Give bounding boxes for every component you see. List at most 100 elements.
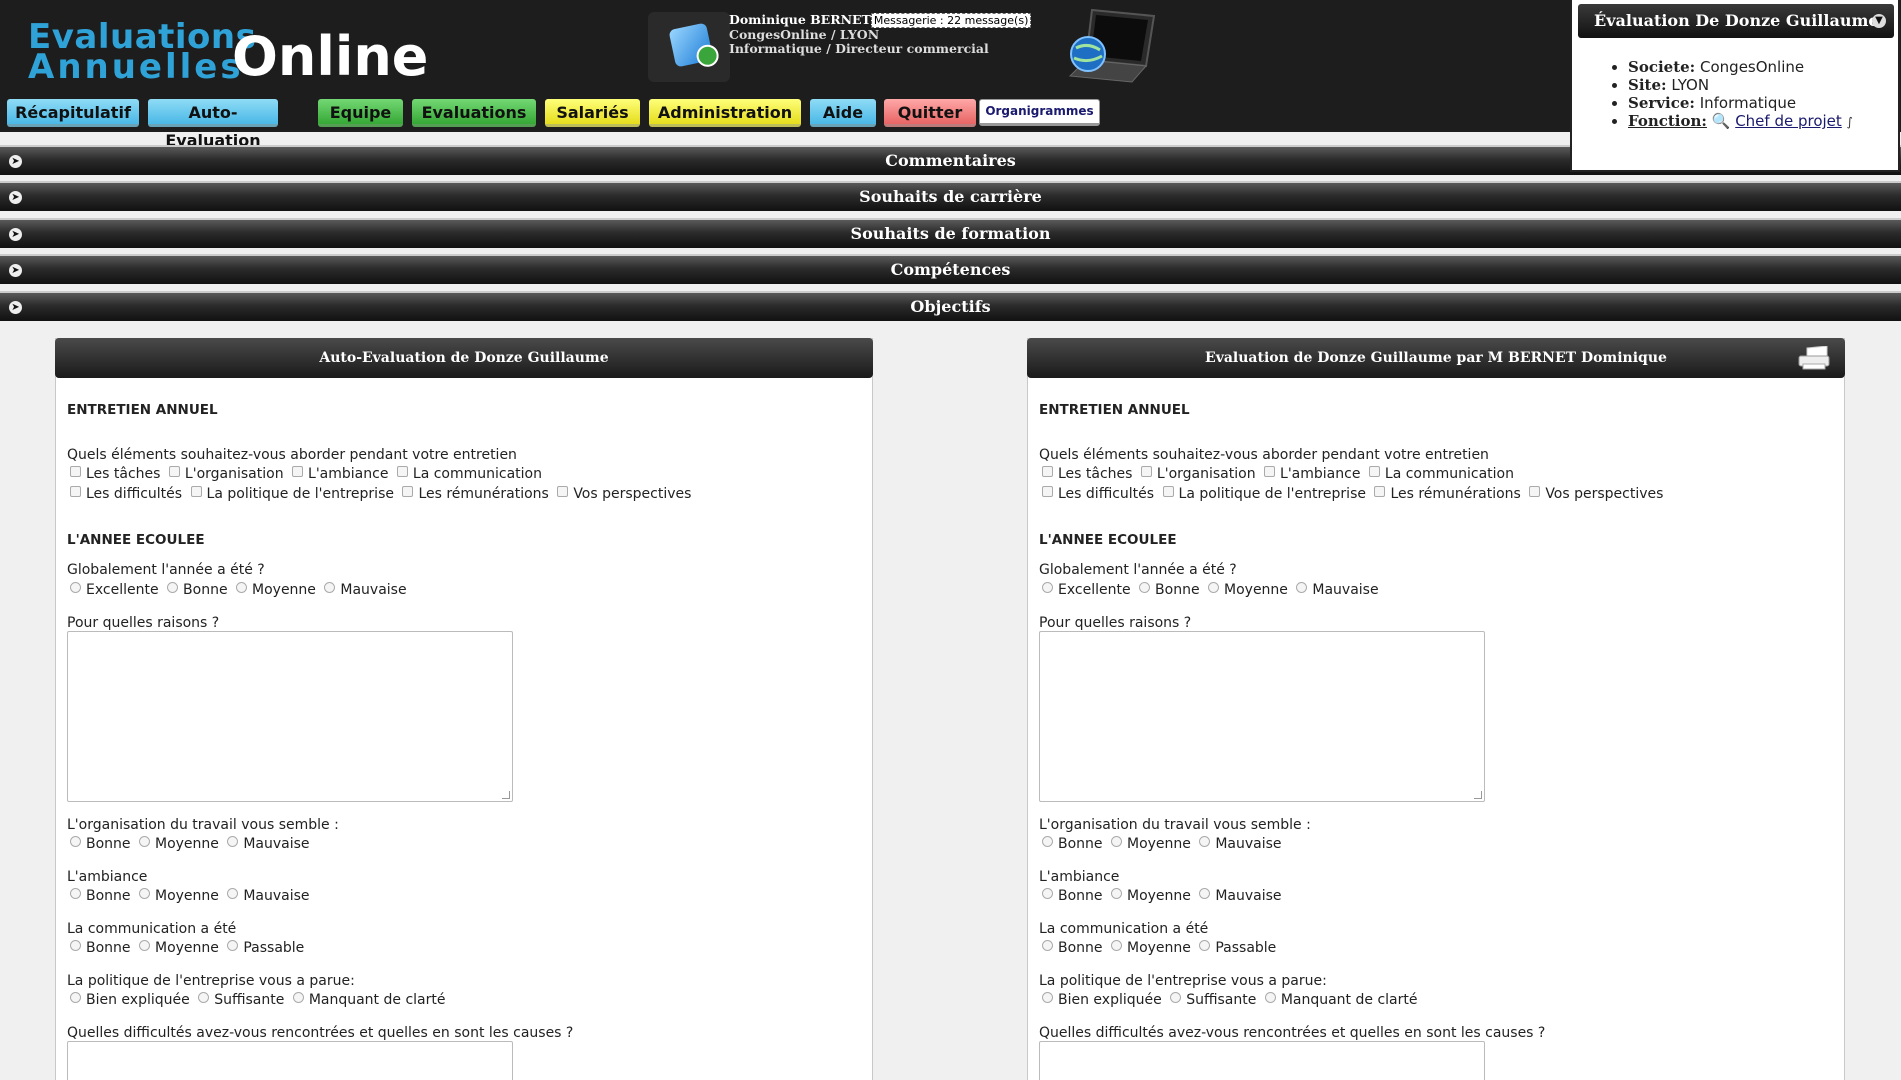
- radio[interactable]: [1199, 940, 1211, 951]
- checkbox-row: Les tâches L'organisation L'ambiance La …: [1039, 466, 1515, 482]
- radio[interactable]: [138, 940, 150, 951]
- radio[interactable]: [1170, 992, 1182, 1003]
- radio-row: Bonne Moyenne Mauvaise: [1039, 888, 1283, 904]
- expand-icon: ➤: [9, 228, 22, 241]
- expand-icon: ➤: [9, 301, 22, 314]
- info-site: Site: LYON: [1628, 76, 1853, 94]
- difficultes-textarea[interactable]: [67, 1041, 513, 1080]
- radio[interactable]: [70, 836, 81, 847]
- logo-online: Online: [232, 25, 429, 88]
- user-company-site: CongesOnline / LYON: [729, 27, 880, 42]
- fonction-link[interactable]: Chef de projet: [1735, 112, 1842, 130]
- radio[interactable]: [1042, 992, 1053, 1003]
- question-label: Globalement l'année a été ?: [67, 562, 265, 578]
- section-objectifs[interactable]: ➤ Objectifs: [0, 291, 1901, 321]
- checkbox[interactable]: [1042, 486, 1053, 497]
- radio[interactable]: [1042, 582, 1053, 593]
- collapse-icon[interactable]: ▼: [1872, 14, 1886, 28]
- checkbox[interactable]: [396, 466, 408, 477]
- checkbox-row: Les difficultés La politique de l'entrep…: [67, 486, 692, 502]
- radio[interactable]: [236, 582, 248, 593]
- checkbox[interactable]: [402, 486, 414, 497]
- radio[interactable]: [1110, 888, 1122, 899]
- print-icon[interactable]: [1797, 346, 1831, 370]
- radio[interactable]: [1199, 888, 1211, 899]
- checkbox[interactable]: [168, 466, 180, 477]
- radio[interactable]: [198, 992, 210, 1003]
- app-logo[interactable]: Evaluations Annuelles Online: [28, 20, 428, 84]
- radio[interactable]: [167, 582, 179, 593]
- checkbox[interactable]: [1042, 466, 1053, 477]
- raisons-textarea[interactable]: [1039, 631, 1485, 802]
- search-icon[interactable]: 🔍: [1712, 112, 1731, 130]
- radio[interactable]: [292, 992, 304, 1003]
- radio[interactable]: [70, 992, 81, 1003]
- radio[interactable]: [227, 940, 239, 951]
- info-panel-header: Évaluation De Donze Guillaume ▼: [1578, 4, 1894, 38]
- radio[interactable]: [70, 940, 81, 951]
- checkbox[interactable]: [1162, 486, 1174, 497]
- radio[interactable]: [227, 888, 239, 899]
- radio[interactable]: [70, 582, 81, 593]
- section-heading: ENTRETIEN ANNUEL: [67, 402, 218, 418]
- radio[interactable]: [1042, 888, 1053, 899]
- section-heading: L'ANNEE ECOULEE: [1039, 532, 1177, 548]
- checkbox[interactable]: [292, 466, 304, 477]
- checkbox[interactable]: [1374, 486, 1386, 497]
- question-label: Pour quelles raisons ?: [1039, 615, 1192, 631]
- checkbox-row: Les tâches L'organisation L'ambiance La …: [67, 466, 543, 482]
- nav-administration[interactable]: Administration: [649, 99, 801, 127]
- nav-aide[interactable]: Aide: [810, 99, 876, 127]
- radio[interactable]: [1199, 836, 1211, 847]
- nav-recapitulatif[interactable]: Récapitulatif: [7, 99, 139, 127]
- laptop-icon: [1068, 8, 1156, 83]
- manager-evaluation-panel: Evaluation de Donze Guillaume par M BERN…: [1027, 338, 1845, 1080]
- radio[interactable]: [1264, 992, 1276, 1003]
- nav-salaries[interactable]: Salariés: [545, 99, 640, 127]
- expand-icon: ➤: [9, 191, 22, 204]
- auto-evaluation-panel: Auto-Evaluation de Donze Guillaume ENTRE…: [55, 338, 873, 1080]
- radio[interactable]: [1042, 836, 1053, 847]
- checkbox[interactable]: [70, 466, 81, 477]
- checkbox[interactable]: [1368, 466, 1380, 477]
- radio[interactable]: [1110, 940, 1122, 951]
- rss-icon[interactable]: ∫: [1847, 115, 1853, 129]
- panel-title: Auto-Evaluation de Donze Guillaume: [319, 350, 609, 366]
- nav-equipe[interactable]: Equipe: [318, 99, 403, 127]
- radio[interactable]: [324, 582, 336, 593]
- radio-row: Bien expliquée Suffisante Manquant de cl…: [67, 992, 446, 1008]
- question-label: Globalement l'année a été ?: [1039, 562, 1237, 578]
- checkbox[interactable]: [557, 486, 569, 497]
- radio[interactable]: [138, 888, 150, 899]
- radio[interactable]: [1042, 940, 1053, 951]
- radio-row: Excellente Bonne Moyenne Mauvaise: [1039, 582, 1380, 598]
- user-card-icon: [648, 12, 730, 82]
- info-societe: Societe: CongesOnline: [1628, 58, 1853, 76]
- checkbox[interactable]: [1264, 466, 1276, 477]
- expand-icon: ➤: [9, 155, 22, 168]
- radio[interactable]: [1296, 582, 1308, 593]
- section-souhaits-carriere[interactable]: ➤ Souhaits de carrière: [0, 181, 1901, 211]
- radio[interactable]: [70, 888, 81, 899]
- raisons-textarea[interactable]: [67, 631, 513, 802]
- checkbox[interactable]: [1529, 486, 1541, 497]
- checkbox[interactable]: [1140, 466, 1152, 477]
- messages-link[interactable]: Messagerie : 22 message(s): [870, 13, 1032, 28]
- radio[interactable]: [1208, 582, 1220, 593]
- nav-auto-evaluation[interactable]: Auto-Evaluation: [148, 99, 278, 150]
- nav-evaluations[interactable]: Evaluations: [412, 99, 536, 127]
- radio-row: Bonne Moyenne Passable: [1039, 940, 1277, 956]
- radio[interactable]: [1110, 836, 1122, 847]
- checkbox[interactable]: [190, 486, 202, 497]
- radio[interactable]: [138, 836, 150, 847]
- section-souhaits-formation[interactable]: ➤ Souhaits de formation: [0, 218, 1901, 248]
- question-label: Pour quelles raisons ?: [67, 615, 220, 631]
- difficultes-textarea[interactable]: [1039, 1041, 1485, 1080]
- nav-organigrammes[interactable]: Organigrammes: [979, 99, 1100, 126]
- checkbox[interactable]: [70, 486, 81, 497]
- radio-row: Bonne Moyenne Mauvaise: [67, 836, 311, 852]
- radio[interactable]: [1139, 582, 1151, 593]
- radio[interactable]: [227, 836, 239, 847]
- section-competences[interactable]: ➤ Compétences: [0, 254, 1901, 284]
- nav-quitter[interactable]: Quitter: [884, 99, 976, 127]
